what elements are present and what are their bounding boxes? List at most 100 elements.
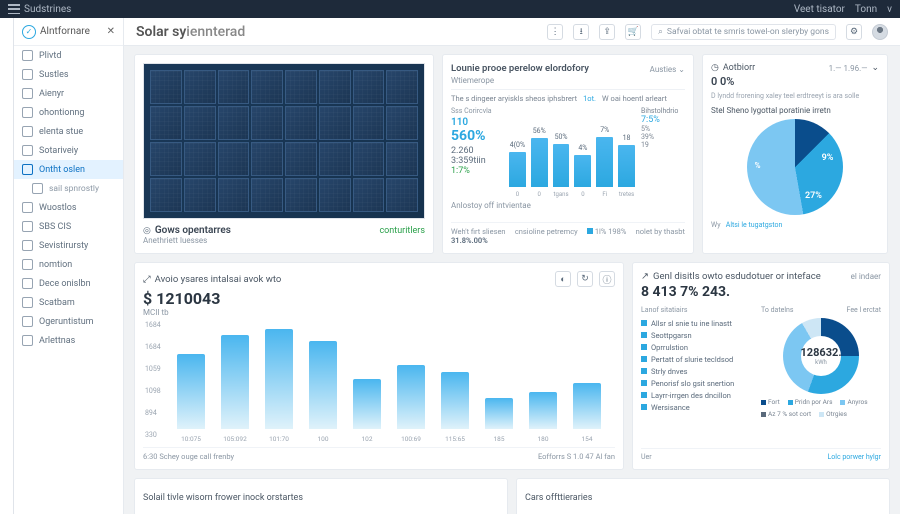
price-card: Lounie prooe perelow elordofory Austies … (442, 54, 694, 254)
price-bar: 4%0 (574, 155, 591, 187)
sidebar-item-15[interactable]: Arlettnas (14, 331, 123, 350)
rev-bar: 185 (485, 398, 513, 429)
sidebar: ✓ Alntfornare ✕ PlivtdSustlesAienyrohont… (14, 18, 124, 514)
rev-action-a[interactable]: ◐ (555, 271, 571, 287)
close-icon[interactable]: ✕ (107, 26, 115, 37)
gauge-percent: 0 0% (711, 75, 879, 88)
menu-icon[interactable] (8, 4, 20, 14)
price-bar: 50%tgans (553, 144, 570, 187)
dropdown[interactable]: Austies ⌄ (650, 65, 685, 74)
panel-sub: Anethriett luesses (143, 236, 425, 245)
panel-link[interactable]: conturitlers (379, 226, 425, 236)
sidebar-item-icon (22, 145, 33, 156)
sidebar-item-icon (22, 126, 33, 137)
avatar[interactable] (872, 24, 888, 40)
price-bar: 56%0 (531, 138, 548, 187)
rev-action-b[interactable]: ↻ (577, 271, 593, 287)
sidebar-item-icon (22, 164, 33, 175)
topbar-link-1[interactable]: Veet tisator (794, 4, 845, 15)
stats-item: Seottpgarsn (641, 329, 753, 341)
sidebar-item-icon (22, 88, 33, 99)
sidebar-item-3[interactable]: ohontionng (14, 103, 123, 122)
action-more[interactable]: ⋮ (547, 24, 563, 40)
page-title: Solar syiennterad (136, 24, 245, 40)
legend-item: Anyros (840, 398, 867, 406)
settings-icon[interactable]: ⚙ (846, 24, 862, 40)
solar-panel-image (143, 63, 425, 219)
sidebar-item-icon (32, 183, 43, 194)
panel-title: Gows opentarres (155, 225, 231, 236)
rev-title: Avoio ysares intalsai avok wto (155, 274, 282, 285)
stats-item: Strly dnves (641, 365, 753, 377)
gauge-icon: ◷ (711, 63, 719, 73)
sidebar-item-13[interactable]: Scatbam (14, 293, 123, 312)
topbar-link-2[interactable]: Tonn (855, 4, 877, 15)
rev-bar: 100:69 (397, 365, 425, 429)
stats-donut-col: To datelnsFee l erctat 128632.kWh FortPr… (761, 306, 881, 444)
stats-value: 8 413 7% 243. (641, 284, 881, 300)
footer-card-a: Solail tivle wisorn frower inock orstart… (134, 478, 508, 514)
search-input[interactable]: ⌕ Safvai obtat te smris towel-on sleryby… (651, 24, 836, 40)
sidebar-item-12[interactable]: Dece onislbn (14, 274, 123, 293)
sidebar-item-1[interactable]: Sustles (14, 65, 123, 84)
brand-name: Sudstrines (24, 4, 71, 15)
price-side: Bihstolhdrio 7:5% 5% 39% 19 (641, 107, 685, 191)
brand-logo-icon: ✓ (22, 25, 36, 39)
sidebar-item-icon (22, 316, 33, 327)
stats-item: Layrr-irrgen des dncillon (641, 389, 753, 401)
action-cart[interactable]: 🛒 (625, 24, 641, 40)
page-header: Solar syiennterad ⋮ ⭳ ⇪ 🛒 ⌕ Safvai obtat… (124, 18, 900, 46)
action-upload[interactable]: ⇪ (599, 24, 615, 40)
rev-bar: 100 (309, 341, 337, 429)
sidebar-item-icon (22, 69, 33, 80)
sidebar-item-icon (22, 107, 33, 118)
rev-bar: 101:70 (265, 329, 293, 429)
sidebar-item-8[interactable]: Wuostlos (14, 198, 123, 217)
sidebar-item-11[interactable]: nomtion (14, 255, 123, 274)
solar-panel-card: ◎ Gows opentarres conturitlers Anethriet… (134, 54, 434, 254)
target-icon: ◎ (143, 226, 151, 236)
topbar-link-3[interactable]: v (887, 4, 892, 15)
donut-chart: 128632.kWh (783, 318, 859, 394)
stats-title: Genl disitls owto esdudotuer or inteface (653, 271, 821, 282)
left-rail (0, 18, 14, 514)
sidebar-item-icon (22, 221, 33, 232)
arrow-icon: ↗ (641, 271, 649, 282)
sidebar-item-icon (22, 297, 33, 308)
sidebar-item-0[interactable]: Plivtd (14, 46, 123, 65)
legend-item: Pridn por Ars (788, 398, 833, 406)
stats-list: Lanof sitatiairsAllsr sl snie tu ine lin… (641, 306, 753, 444)
gauge-card: ◷ Aotbiorr 1.— 1.96.— ⌄ 0 0% D lyndd fro… (702, 54, 888, 254)
sidebar-item-4[interactable]: elenta stue (14, 122, 123, 141)
price-bar: 7%Fi (596, 137, 613, 187)
sidebar-item-5[interactable]: Sotariveiy (14, 141, 123, 160)
sidebar-item-10[interactable]: Sevistirursty (14, 236, 123, 255)
chevron-down-icon[interactable]: ⌄ (871, 63, 879, 73)
rev-bar: 102 (353, 379, 381, 429)
rev-action-c[interactable]: ⓘ (599, 271, 615, 287)
action-download[interactable]: ⭳ (573, 24, 589, 40)
stats-item: Oprrulstion (641, 341, 753, 353)
sidebar-item-6[interactable]: Ontht oslen (14, 160, 123, 179)
sidebar-item-icon (22, 202, 33, 213)
sidebar-item-7[interactable]: sail spnrostly (14, 179, 123, 198)
sidebar-item-9[interactable]: SBS CIS (14, 217, 123, 236)
rev-bar: 105:092 (221, 335, 249, 429)
stats-item: Penorisf slo gsit snertion (641, 377, 753, 389)
sidebar-item-2[interactable]: Aienyr (14, 84, 123, 103)
sidebar-title: Alntfornare (40, 26, 107, 37)
sidebar-item-icon (22, 259, 33, 270)
sidebar-item-icon (22, 335, 33, 346)
stats-item: Pertatt of slurie tecldsod (641, 353, 753, 365)
sidebar-item-icon (22, 278, 33, 289)
legend-item: Az 7 % sot cort (761, 410, 811, 418)
expand-icon[interactable]: ⤢ (143, 274, 151, 285)
stats-card: ↗ Genl disitls owto esdudotuer or intefa… (632, 262, 890, 470)
price-sub: Wtiemerope (451, 76, 685, 90)
sidebar-item-14[interactable]: Ogeruntistum (14, 312, 123, 331)
price-bar-chart: 4(0%056%050%tgans4%07%Fi18tretes (509, 107, 635, 187)
search-icon: ⌕ (658, 27, 663, 37)
stats-item: Allsr sl snie tu ine linastt (641, 317, 753, 329)
legend-item: Fort (761, 398, 780, 406)
price-bar: 18tretes (618, 145, 635, 187)
